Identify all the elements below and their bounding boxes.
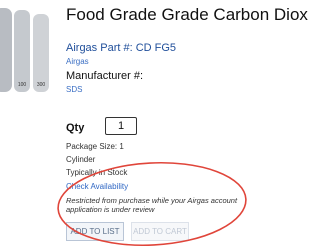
container-type: Cylinder [66,155,96,164]
stock-status: Typically in Stock [66,168,128,177]
part-number-value: CD FG5 [135,42,177,54]
package-size: Package Size: 1 [66,142,124,151]
cylinder-size-label: 100 [18,82,27,88]
cylinder-middle [14,10,30,92]
cylinders-illustration: 100 300 [0,8,49,92]
manufacturer-label: Manufacturer #: [66,70,144,82]
qty-label: Qty [66,122,85,134]
add-to-cart-button[interactable]: ADD TO CART [131,222,189,241]
part-number-label: Airgas Part #: [66,42,133,54]
cylinder-right [33,14,49,92]
product-image-cylinders: 100 300 [0,0,50,95]
part-number-row: Airgas Part #: CD FG5 [66,42,176,54]
brand-link[interactable]: Airgas [66,57,89,66]
qty-input[interactable] [105,117,137,135]
check-availability-link[interactable]: Check Availability [66,182,128,191]
sds-link[interactable]: SDS [66,85,82,94]
cylinder-size-label: 300 [37,82,46,88]
restriction-notice: Restricted from purchase while your Airg… [66,196,238,214]
cylinder-left [0,8,12,92]
add-to-list-button[interactable]: ADD TO LIST [66,222,124,241]
product-title: Food Grade Grade Carbon Diox [66,5,308,24]
